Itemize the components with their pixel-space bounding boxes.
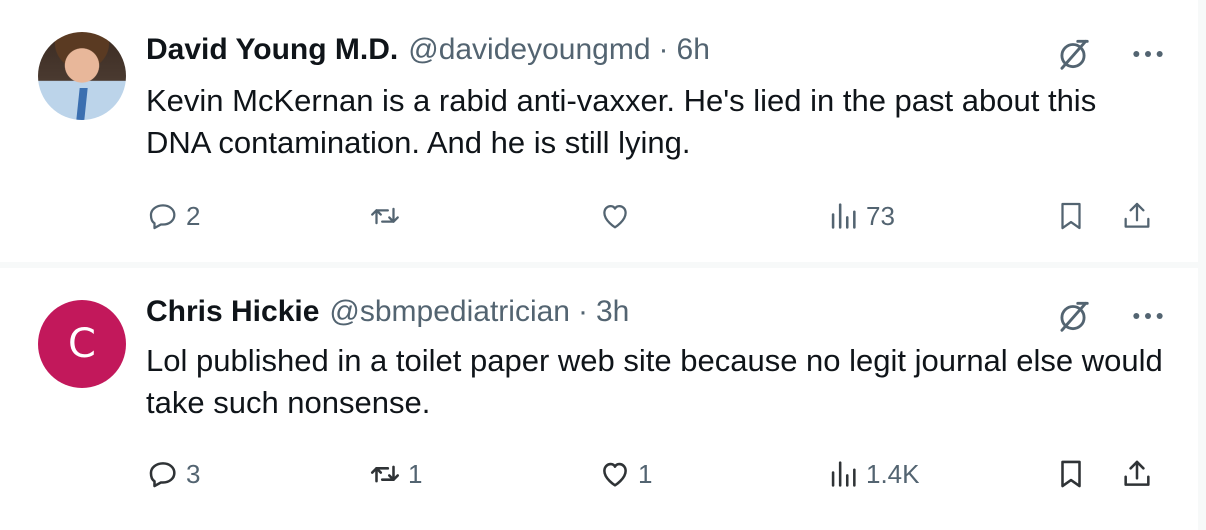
tweet-time[interactable]: 6h [677,33,710,67]
retweet-count: 1 [408,458,423,489]
more-icon[interactable] [1128,34,1168,74]
author-name[interactable]: Chris Hickie [146,295,319,329]
more-icon[interactable] [1128,296,1168,336]
tweet-top-icons [1054,34,1168,74]
retweet-button[interactable]: 1 [368,454,422,494]
author-handle[interactable]: @davideyoungmd [408,33,650,67]
views-icon [831,203,856,229]
avatar[interactable] [38,32,126,120]
share-button[interactable] [1120,454,1154,494]
tweet-header: Chris Hickie @sbmpediatrician · 3h [146,292,629,332]
reply-button[interactable]: 3 [146,454,200,494]
tweet-text: Lol published in a toilet paper web site… [146,343,1163,420]
author-handle[interactable]: @sbmpediatrician [329,295,570,329]
tweet-actions: 2 73 [146,196,1166,236]
views-icon [831,461,856,487]
tweet-time[interactable]: 3h [596,295,629,329]
tweet-header: David Young M.D. @davideyoungmd · 6h [146,30,710,70]
grok-icon[interactable] [1054,297,1092,335]
share-icon [1124,202,1150,228]
view-count: 1.4K [866,458,920,489]
retweet-icon [370,465,400,483]
tweet-feed: David Young M.D. @davideyoungmd · 6h Kev… [0,0,1206,530]
reply-button[interactable]: 2 [146,196,200,236]
share-icon [1124,460,1150,486]
views-button[interactable]: 73 [826,196,895,236]
view-count: 73 [866,200,895,231]
retweet-button[interactable] [368,196,408,236]
like-icon [603,462,627,487]
tweet[interactable]: David Young M.D. @davideyoungmd · 6h Kev… [0,0,1198,262]
tweet-text: Kevin McKernan is a rabid anti-vaxxer. H… [146,83,1097,160]
reply-count: 3 [186,458,201,489]
avatar[interactable]: C [38,300,126,388]
share-button[interactable] [1120,196,1154,236]
avatar-tie [76,88,88,120]
bookmark-button[interactable] [1054,454,1088,494]
reply-count: 2 [186,200,201,231]
tweet-top-icons [1054,296,1168,336]
like-icon [603,204,627,229]
reply-icon [149,204,176,230]
like-button[interactable]: 1 [598,454,652,494]
author-name[interactable]: David Young M.D. [146,33,398,67]
separator-dot: · [577,295,588,328]
views-button[interactable]: 1.4K [826,454,920,494]
retweet-icon [371,207,399,225]
bookmark-icon [1061,202,1081,230]
bookmark-button[interactable] [1054,196,1088,236]
separator-dot: · [658,33,669,66]
reply-icon [149,462,176,488]
tweet-actions: 3 1 1 1.4K [146,454,1166,494]
like-count: 1 [638,458,653,489]
tweet[interactable]: C Chris Hickie @sbmpediatrician · 3h Lol… [0,268,1198,530]
grok-icon[interactable] [1054,35,1092,73]
bookmark-icon [1061,460,1081,488]
like-button[interactable] [598,196,638,236]
